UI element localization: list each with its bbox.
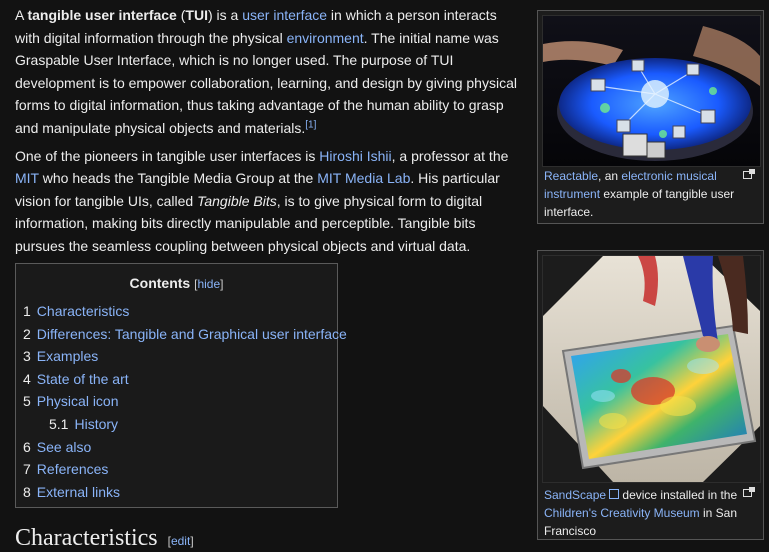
external-link-icon: [609, 489, 620, 499]
toc-link[interactable]: Characteristics: [37, 303, 130, 319]
toc-link[interactable]: State of the art: [37, 371, 129, 387]
term-bold: tangible user interface: [27, 7, 177, 23]
toc-number: 7: [23, 461, 31, 478]
toc-number: 2: [23, 325, 31, 342]
toc-item-references[interactable]: 7 References: [16, 458, 337, 481]
reactable-image[interactable]: [542, 15, 761, 167]
link-mit-media-lab[interactable]: MIT Media Lab: [317, 170, 410, 186]
toc-number: 4: [23, 370, 31, 387]
link-sandscape[interactable]: SandScape: [544, 488, 606, 502]
acronym-bold: TUI: [185, 7, 208, 23]
sandscape-caption: SandScape device installed in the Childr…: [544, 486, 760, 540]
toc-number: 1: [23, 303, 31, 319]
sandscape-photo: [543, 256, 760, 482]
link-mit[interactable]: MIT: [15, 170, 39, 186]
link-reactable[interactable]: Reactable: [544, 169, 598, 183]
reference-link[interactable]: [1]: [305, 119, 316, 130]
sandscape-image[interactable]: [542, 255, 761, 483]
caption-text: device installed in the: [619, 488, 738, 502]
toc-link[interactable]: See also: [37, 439, 91, 455]
text: , a professor at the: [391, 147, 509, 164]
toc-number: 8: [23, 483, 31, 500]
link-environment[interactable]: environment: [287, 30, 364, 46]
reactable-caption: Reactable, an electronic musical instrum…: [544, 167, 760, 221]
toc-hide-toggle: [hide]: [194, 277, 224, 291]
toc-number: 6: [23, 438, 31, 455]
toc-item-differences[interactable]: 2 Differences: Tangible and Graphical use…: [16, 323, 347, 346]
text: who heads the Tangible Media Group at th…: [38, 170, 318, 187]
toc-list: 1 Characteristics 2 Differences: Tangible …: [16, 300, 347, 504]
toc-item-external-links[interactable]: 8 External links: [16, 481, 337, 504]
intro-paragraph: A tangible user interface (TUI) is a use…: [15, 4, 522, 140]
text: A: [15, 7, 28, 23]
figure-reactable: Reactable, an electronic musical instrum…: [537, 10, 764, 224]
toc-link[interactable]: Physical icon: [37, 393, 119, 409]
toc-item-examples[interactable]: 3 Examples: [16, 345, 337, 368]
toc-link[interactable]: History: [74, 416, 118, 432]
table-of-contents: Contents [hide] 1 Characteristics 2 Differ…: [15, 263, 347, 508]
toc-item-see-also[interactable]: 6 See also: [16, 436, 337, 459]
figure-sandscape: SandScape device installed in the Childr…: [537, 250, 764, 540]
section-heading-characteristics: Characteristics [edit]: [15, 525, 194, 552]
link-user-interface[interactable]: user interface: [242, 7, 327, 23]
toc-item-physical-icon[interactable]: 5 Physical icon: [16, 390, 337, 413]
caption-text: , an: [598, 169, 622, 183]
term-italic: Tangible Bits: [197, 192, 277, 209]
toc-item-characteristics[interactable]: 1 Characteristics: [16, 300, 337, 323]
reactable-photo: [543, 16, 760, 166]
toc-title-text: Contents: [129, 275, 191, 291]
toc-item-state-of-the-art[interactable]: 4 State of the art: [16, 368, 337, 391]
toc-link[interactable]: References: [37, 461, 109, 477]
link-childrens-creativity-museum[interactable]: Children's Creativity Museum: [544, 506, 700, 520]
toc-title: Contents [hide]: [16, 272, 337, 294]
text: ) is a: [207, 7, 243, 23]
toc-number: 3: [23, 348, 31, 365]
toc-number: 5.1: [49, 415, 69, 432]
toc-link[interactable]: Examples: [37, 348, 98, 364]
toc-link[interactable]: External links: [37, 484, 120, 500]
article-body: A tangible user interface (TUI) is a use…: [15, 4, 522, 263]
text: One of the pioneers in tangible user int…: [15, 147, 320, 164]
toc-link[interactable]: Differences: Tangible and Graphical user…: [37, 326, 347, 342]
toc-hide-link[interactable]: hide: [197, 277, 220, 291]
pioneers-paragraph: One of the pioneers in tangible user int…: [15, 145, 522, 258]
toc-number: 5: [23, 393, 31, 410]
link-hiroshi-ishii[interactable]: Hiroshi Ishii: [319, 148, 391, 164]
toc-item-history[interactable]: 5.1 History: [16, 413, 337, 436]
section-title: Characteristics: [15, 525, 158, 551]
